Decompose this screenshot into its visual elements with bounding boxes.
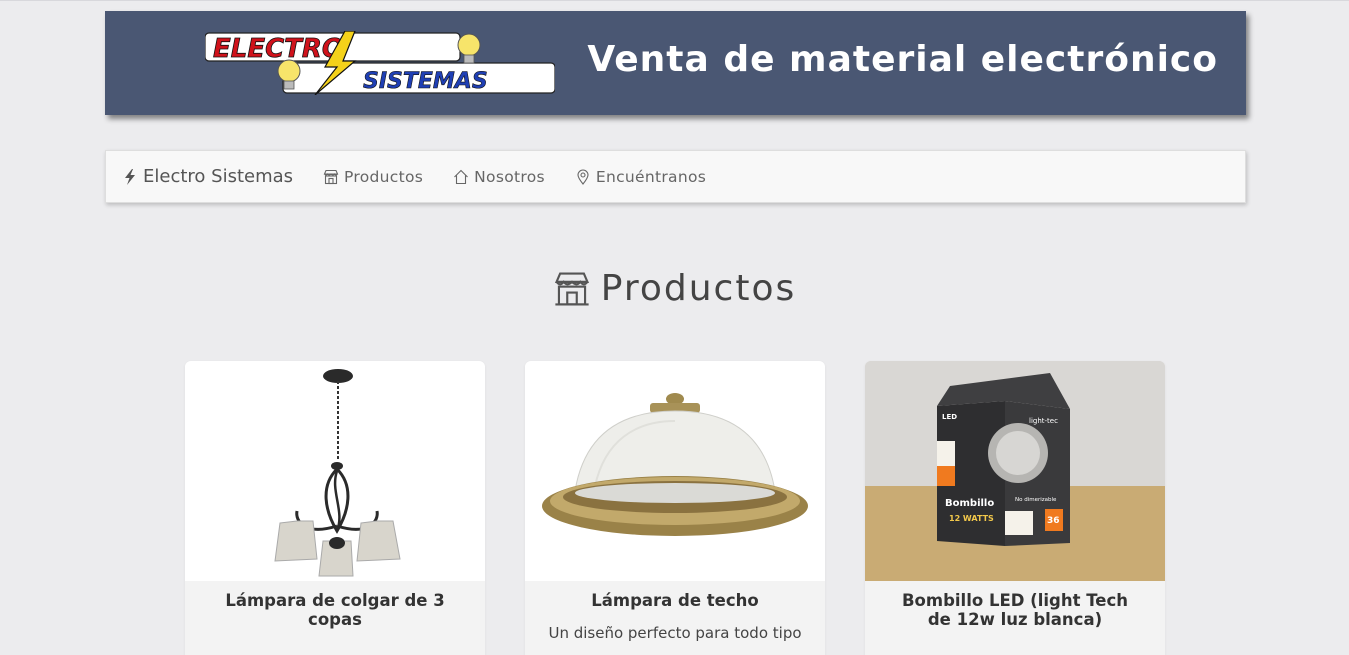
product-title: Bombillo LED (light Tech de 12w luz blan… — [901, 591, 1128, 629]
nav-item-label: Nosotros — [474, 167, 545, 186]
navbar-brand[interactable]: Electro Sistemas — [122, 166, 293, 187]
product-description: Un diseño perfecto para todo tipo — [548, 624, 802, 642]
ceiling-lamp-image — [525, 361, 825, 581]
svg-text:36: 36 — [1047, 516, 1060, 526]
svg-text:ELECTRO: ELECTRO — [213, 34, 344, 64]
page-title: Productos — [600, 268, 797, 309]
svg-text:Bombillo: Bombillo — [945, 498, 994, 509]
product-description — [185, 629, 485, 641]
product-card[interactable]: Lámpara de techo Un diseño perfecto para… — [525, 361, 825, 655]
nav-item-productos[interactable]: Productos — [323, 168, 423, 186]
svg-text:12 WATTS: 12 WATTS — [949, 514, 994, 523]
lightning-icon — [122, 168, 138, 185]
product-title: Lámpara de colgar de 3 copas — [225, 591, 445, 629]
top-border — [0, 0, 1349, 1]
product-description — [865, 629, 1165, 641]
svg-text:SISTEMAS: SISTEMAS — [363, 69, 488, 94]
store-icon — [323, 169, 339, 185]
brand-label: Electro Sistemas — [143, 166, 294, 187]
lightbulb-icon — [457, 33, 481, 64]
product-card[interactable]: Lámpara de colgar de 3 copas — [185, 361, 485, 655]
electro-sistemas-logo[interactable]: ELECTRO SISTEMAS — [204, 30, 556, 96]
main-navbar: Electro Sistemas Productos Nosotros Encu… — [105, 150, 1246, 203]
store-icon — [553, 270, 591, 308]
location-pin-icon — [575, 169, 591, 185]
banner-title: Venta de material electrónico — [587, 39, 1218, 80]
nav-item-encuentranos[interactable]: Encuéntranos — [575, 168, 706, 186]
product-card[interactable]: Bombillo 12 WATTS LED light-tec No dimer… — [865, 361, 1165, 655]
svg-text:LED: LED — [942, 413, 957, 421]
home-icon — [453, 169, 469, 185]
svg-text:No dimerizable: No dimerizable — [1015, 497, 1057, 503]
nav-item-label: Productos — [344, 167, 424, 186]
chandelier-image — [185, 361, 485, 581]
header-banner: ELECTRO SISTEMAS Venta de material elect… — [105, 11, 1246, 115]
led-bulb-box-image: Bombillo 12 WATTS LED light-tec No dimer… — [865, 361, 1165, 581]
svg-text:light-tec: light-tec — [1029, 417, 1058, 425]
section-heading: Productos — [0, 268, 1349, 309]
product-title: Lámpara de techo — [591, 591, 759, 610]
nav-item-nosotros[interactable]: Nosotros — [453, 168, 545, 186]
nav-item-label: Encuéntranos — [595, 167, 707, 186]
